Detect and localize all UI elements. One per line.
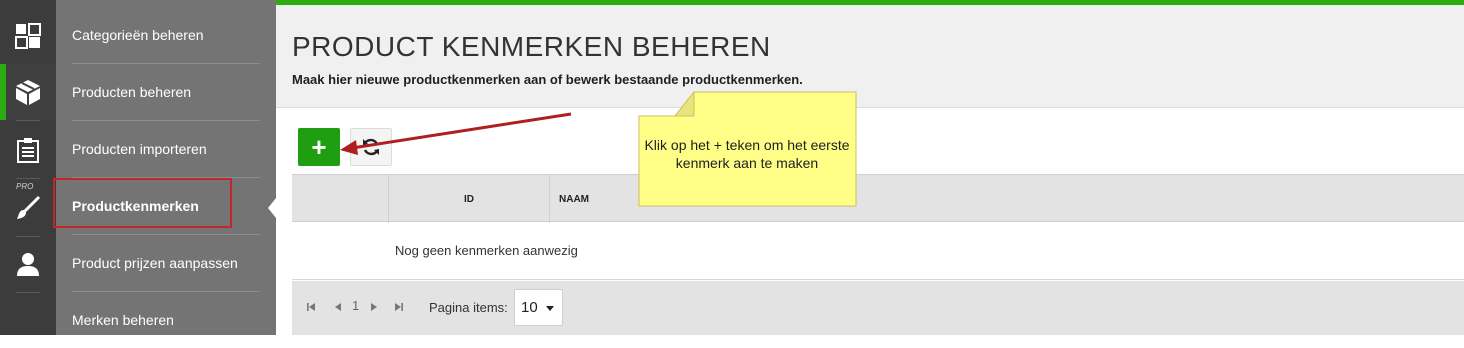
dashboard-icon [15,23,41,49]
sub-navigation: Categorieën beheren Producten beheren Pr… [56,0,276,335]
current-page-number[interactable]: 1 [352,298,359,313]
active-item-highlight [53,178,232,228]
rail-item-dashboard[interactable] [0,8,56,64]
rail-item-products[interactable] [0,64,56,120]
subnav-item-label: Categorieën beheren [72,26,204,43]
icon-rail: PRO [0,0,56,335]
clipboard-icon [17,138,39,163]
rail-divider [16,292,40,293]
grid-header-name[interactable]: NAAM [550,175,1464,223]
previous-page-icon[interactable] [334,302,342,312]
subnav-item-import[interactable]: Producten importeren [72,120,260,177]
page-header: PRODUCT KENMERKEN BEHEREN Maak hier nieu… [276,5,1464,108]
page-title: PRODUCT KENMERKEN BEHEREN [292,31,771,62]
main-content: PRODUCT KENMERKEN BEHEREN Maak hier nieu… [276,0,1464,335]
callout-text: Klik op het + teken om het eerste kenmer… [644,137,850,171]
rail-item-design[interactable] [0,180,56,236]
subnav-item-label: Producten importeren [72,140,207,157]
last-page-icon[interactable] [394,302,404,312]
page-subtitle: Maak hier nieuwe productkenmerken aan of… [292,72,803,87]
page-size-select[interactable]: 10 [514,289,563,326]
rail-divider [16,120,40,121]
subnav-item-label: Product prijzen aanpassen [72,254,238,271]
subnav-item-categories[interactable]: Categorieën beheren [72,6,260,63]
grid-empty-message: Nog geen kenmerken aanwezig [292,222,1464,280]
next-page-icon[interactable] [370,302,378,312]
first-page-icon[interactable] [306,302,316,312]
grid-header-id[interactable]: ID [389,175,550,223]
paintbrush-icon [17,195,41,219]
subnav-item-label: Merken beheren [72,311,174,328]
subnav-item-brands[interactable]: Merken beheren [72,291,260,348]
refresh-icon [363,138,379,156]
column-label: NAAM [559,193,589,205]
rail-divider [16,178,40,179]
pager: 1 Pagina items: 10 [292,281,1464,335]
box-icon [16,80,40,105]
refresh-button[interactable] [350,128,392,166]
active-indicator-notch [268,198,276,218]
column-label: ID [464,193,474,205]
subnav-item-prices[interactable]: Product prijzen aanpassen [72,234,260,291]
rail-item-account[interactable] [0,236,56,292]
subnav-item-label: Producten beheren [72,83,192,100]
subnav-item-products[interactable]: Producten beheren [72,63,260,120]
grid-header: ID NAAM [292,174,1464,223]
page-items-label: Pagina items: [429,300,508,315]
grid-header-select [292,175,389,223]
chevron-down-icon [546,306,554,311]
add-feature-button[interactable]: + [298,128,340,166]
rail-item-orders[interactable] [0,122,56,178]
plus-icon: + [311,131,327,162]
features-grid: ID NAAM Nog geen kenmerken aanwezig [292,174,1464,280]
user-icon [17,253,39,276]
page-size-value: 10 [521,299,538,316]
